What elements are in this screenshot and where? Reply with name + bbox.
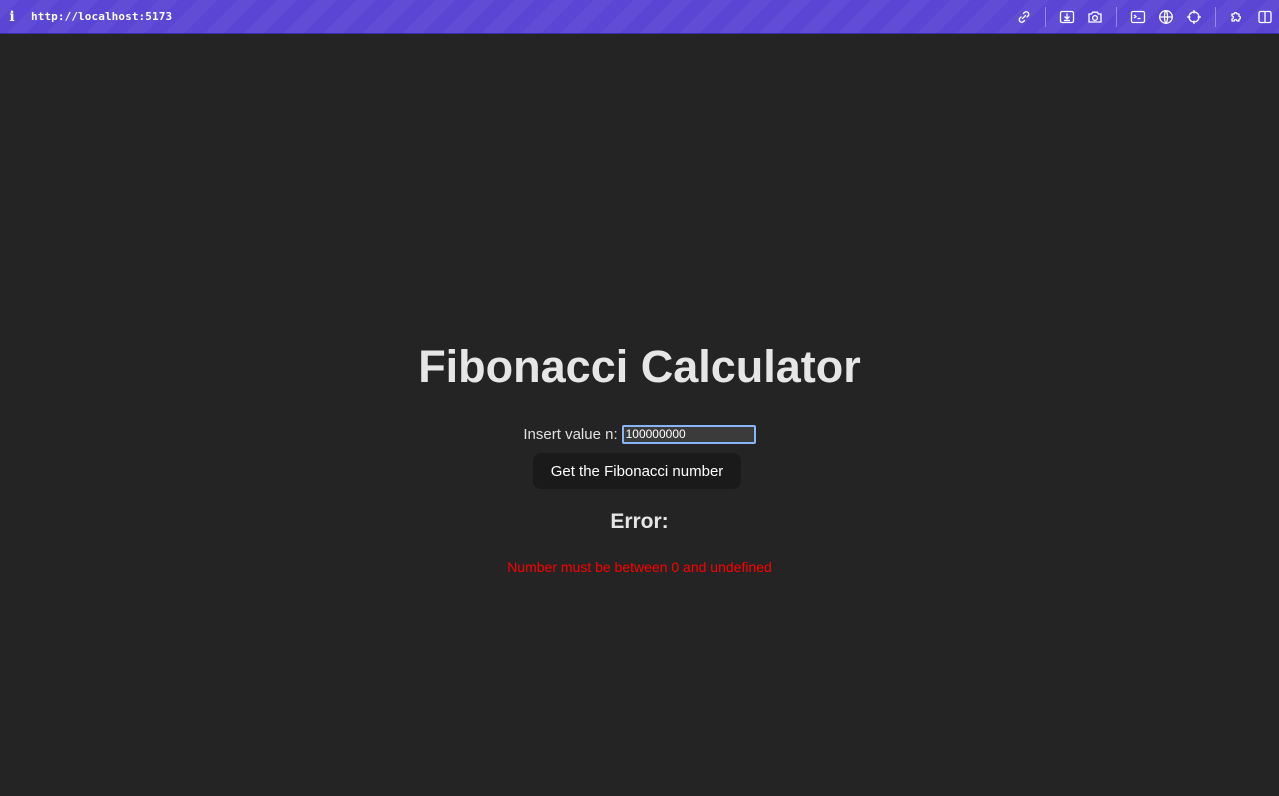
download-icon[interactable]	[1053, 3, 1081, 31]
toolbar-divider	[1045, 6, 1046, 27]
globe-icon[interactable]	[1152, 3, 1180, 31]
link-icon[interactable]	[1010, 3, 1038, 31]
crosshair-icon[interactable]	[1180, 3, 1208, 31]
browser-toolbar: i http://localhost:5173	[0, 0, 1279, 34]
split-view-icon[interactable]	[1251, 3, 1279, 31]
toolbar-divider	[1116, 6, 1117, 27]
url-text[interactable]: http://localhost:5173	[31, 10, 172, 23]
get-fibonacci-button[interactable]: Get the Fibonacci number	[533, 453, 741, 489]
error-heading: Error:	[610, 510, 669, 533]
input-label: Insert value n:	[523, 425, 618, 443]
error-message: Number must be between 0 and undefined	[507, 559, 772, 575]
toolbar-actions	[1010, 0, 1279, 33]
toolbar-divider	[1215, 6, 1216, 27]
camera-icon[interactable]	[1081, 3, 1109, 31]
info-icon[interactable]: i	[0, 9, 24, 25]
n-input[interactable]	[621, 424, 756, 444]
app-root: Fibonacci Calculator Insert value n: Get…	[0, 34, 1279, 796]
terminal-icon[interactable]	[1124, 3, 1152, 31]
puzzle-icon[interactable]	[1223, 3, 1251, 31]
page-title: Fibonacci Calculator	[418, 341, 861, 392]
input-row: Insert value n:	[0, 424, 1279, 444]
